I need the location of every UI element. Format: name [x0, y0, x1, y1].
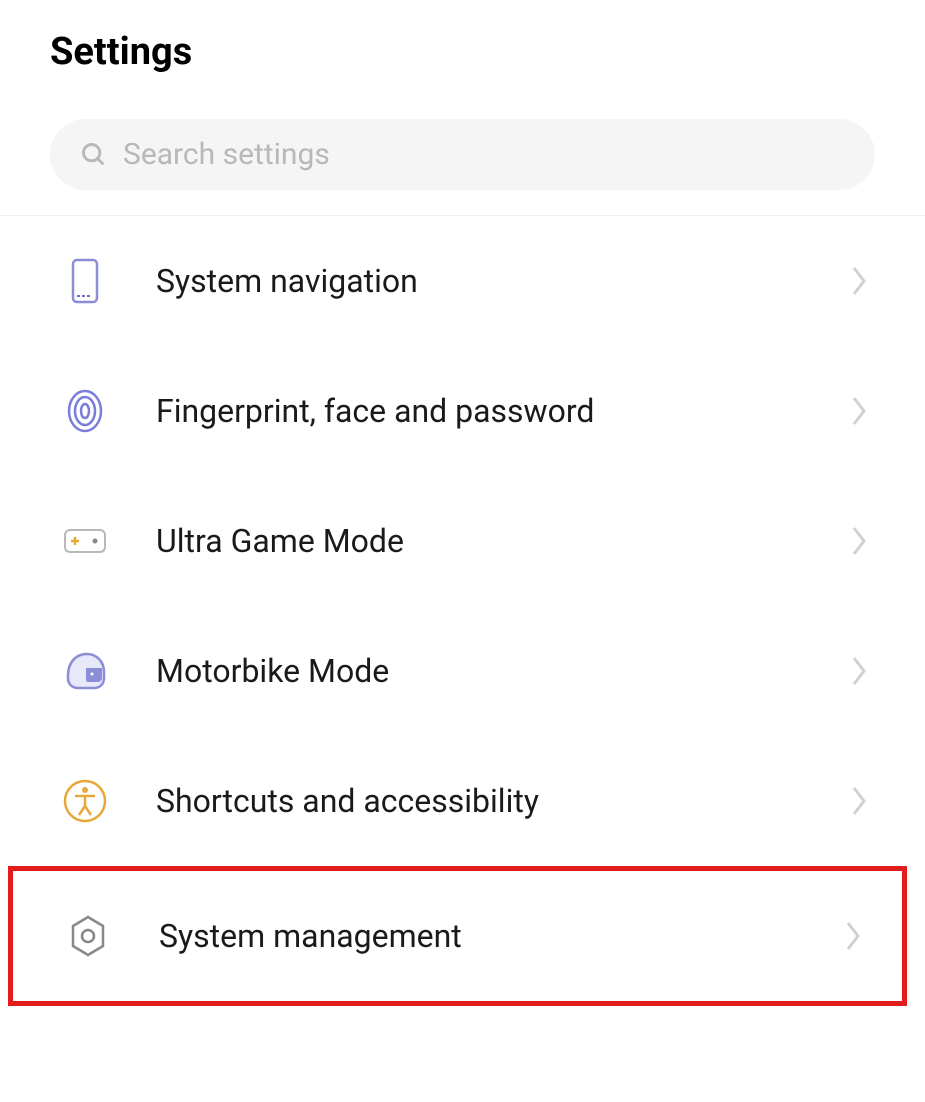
item-label: Motorbike Mode — [156, 652, 802, 690]
settings-list: System navigation Fingerprint, face and … — [0, 216, 925, 1006]
item-label: Ultra Game Mode — [156, 522, 802, 560]
settings-item-system-navigation[interactable]: System navigation — [0, 216, 925, 346]
helmet-icon — [62, 648, 108, 694]
chevron-right-icon — [844, 919, 864, 953]
settings-item-system-management[interactable]: System management — [8, 866, 907, 1006]
item-label: Shortcuts and accessibility — [156, 782, 802, 820]
settings-item-fingerprint[interactable]: Fingerprint, face and password — [0, 346, 925, 476]
search-box[interactable] — [50, 119, 875, 190]
item-label: System management — [159, 917, 796, 955]
item-label: System navigation — [156, 262, 802, 300]
phone-nav-icon — [62, 258, 108, 304]
accessibility-icon — [62, 778, 108, 824]
chevron-right-icon — [850, 524, 870, 558]
search-container — [0, 94, 925, 216]
settings-item-ultra-game-mode[interactable]: Ultra Game Mode — [0, 476, 925, 606]
search-icon — [80, 141, 108, 169]
gear-hexagon-icon — [65, 913, 111, 959]
chevron-right-icon — [850, 654, 870, 688]
fingerprint-icon — [62, 388, 108, 434]
chevron-right-icon — [850, 394, 870, 428]
page-title: Settings — [50, 30, 875, 74]
item-label: Fingerprint, face and password — [156, 392, 802, 430]
search-input[interactable] — [123, 137, 845, 172]
chevron-right-icon — [850, 784, 870, 818]
game-icon — [62, 518, 108, 564]
settings-item-motorbike-mode[interactable]: Motorbike Mode — [0, 606, 925, 736]
chevron-right-icon — [850, 264, 870, 298]
header: Settings — [0, 0, 925, 94]
settings-item-shortcuts-accessibility[interactable]: Shortcuts and accessibility — [0, 736, 925, 866]
